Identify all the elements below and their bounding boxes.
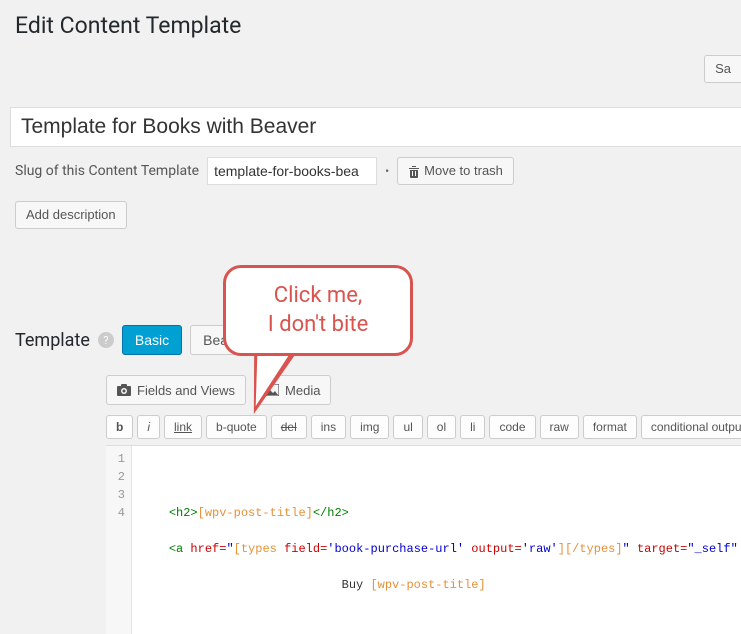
quicktags-toolbar: b i link b-quote del ins img ul ol li co… [106, 411, 741, 445]
code-content[interactable]: <h2>[wpv-post-title]</h2> <a href="[type… [132, 446, 741, 634]
add-description-button[interactable]: Add description [15, 201, 127, 229]
line-number: 1 [112, 450, 125, 468]
move-to-trash-button[interactable]: Move to trash [397, 157, 514, 185]
qt-del[interactable]: del [271, 415, 307, 439]
qt-blockquote[interactable]: b-quote [206, 415, 267, 439]
top-action-row: Sa [0, 49, 741, 107]
line-number: 3 [112, 486, 125, 504]
qt-li[interactable]: li [460, 415, 485, 439]
fields-and-views-button[interactable]: Fields and Views [106, 375, 246, 405]
callout-bubble: Click me, I don't bite [223, 265, 413, 356]
qt-ol[interactable]: ol [427, 415, 456, 439]
qt-ins[interactable]: ins [311, 415, 346, 439]
qt-link[interactable]: link [164, 415, 202, 439]
separator-dot: • [385, 164, 389, 178]
help-icon[interactable]: ? [98, 332, 114, 348]
editor-media-row: Fields and Views Media [106, 369, 741, 411]
qt-italic[interactable]: i [137, 415, 160, 439]
editor-area: Fields and Views Media b i link b-quote … [106, 369, 741, 634]
slug-input[interactable] [207, 157, 377, 185]
qt-bold[interactable]: b [106, 415, 133, 439]
line-gutter: 1 2 3 4 [106, 446, 132, 634]
qt-raw[interactable]: raw [540, 415, 579, 439]
qt-img[interactable]: img [350, 415, 389, 439]
slug-row: Slug of this Content Template • Move to … [0, 147, 741, 195]
page-title: Edit Content Template [0, 0, 741, 49]
slug-label: Slug of this Content Template [15, 163, 199, 179]
trash-icon [408, 165, 420, 178]
camera-icon [117, 384, 131, 396]
line-number: 4 [112, 504, 125, 522]
media-label: Media [285, 383, 320, 398]
qt-ul[interactable]: ul [393, 415, 422, 439]
trash-label: Move to trash [424, 162, 503, 180]
description-row: Add description [0, 195, 741, 269]
template-title-input[interactable] [10, 107, 741, 147]
tab-basic[interactable]: Basic [122, 325, 182, 355]
qt-code[interactable]: code [489, 415, 535, 439]
callout-line1: Click me, [240, 282, 396, 311]
code-editor[interactable]: 1 2 3 4 <h2>[wpv-post-title]</h2> <a hre… [106, 445, 741, 634]
qt-format[interactable]: format [583, 415, 637, 439]
qt-conditional-output[interactable]: conditional output [641, 415, 741, 439]
fields-views-label: Fields and Views [137, 383, 235, 398]
callout-line2: I don't bite [240, 311, 396, 340]
line-number: 2 [112, 468, 125, 486]
save-button[interactable]: Sa [704, 55, 741, 83]
template-section-label: Template [15, 330, 90, 351]
